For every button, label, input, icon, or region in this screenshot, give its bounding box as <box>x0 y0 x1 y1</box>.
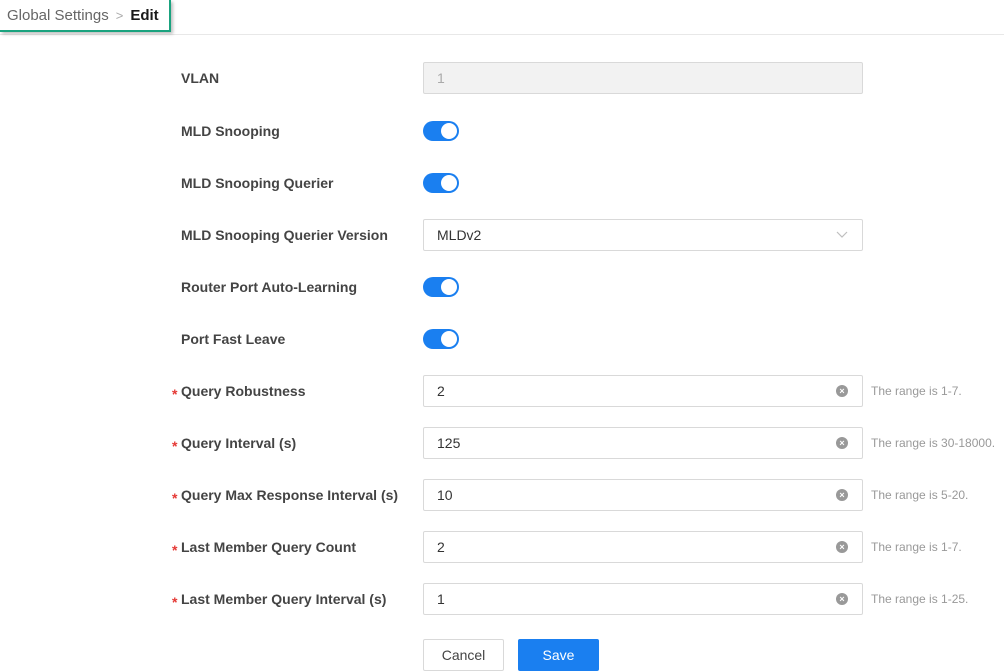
vlan-input: 1 <box>423 62 863 94</box>
form-row-mld-snooping-querier: MLD Snooping Querier <box>0 167 1004 199</box>
chevron-down-icon <box>836 231 848 238</box>
query-interval-value: 125 <box>437 435 461 451</box>
query-interval-label: * Query Interval (s) <box>172 427 297 459</box>
query-robustness-value: 2 <box>437 383 445 399</box>
form-row-vlan: VLAN 1 <box>0 62 1004 94</box>
required-mark: * <box>172 594 178 610</box>
query-interval-hint: The range is 30-18000. <box>871 436 996 450</box>
last-member-query-interval-input[interactable]: 1 × <box>423 583 863 615</box>
last-member-query-count-hint: The range is 1-7. <box>871 540 962 554</box>
vlan-value: 1 <box>437 70 445 86</box>
query-robustness-hint: The range is 1-7. <box>871 384 962 398</box>
required-mark: * <box>172 438 178 454</box>
form-row-last-member-query-interval: * Last Member Query Interval (s) 1 × The … <box>0 583 1004 615</box>
port-fast-leave-label: Port Fast Leave <box>181 331 286 347</box>
toggle-knob <box>441 123 457 139</box>
clear-circle-icon[interactable]: × <box>836 385 848 397</box>
save-button[interactable]: Save <box>518 639 599 671</box>
breadcrumb: Global Settings > Edit <box>0 0 171 32</box>
last-member-query-interval-label: * Last Member Query Interval (s) <box>172 583 387 615</box>
last-member-query-interval-value: 1 <box>437 591 445 607</box>
toggle-knob <box>441 331 457 347</box>
last-member-query-count-input[interactable]: 2 × <box>423 531 863 563</box>
form-row-port-fast-leave: Port Fast Leave <box>0 323 1004 355</box>
clear-circle-icon[interactable]: × <box>836 593 848 605</box>
query-max-response-interval-hint: The range is 5-20. <box>871 488 969 502</box>
vlan-label: VLAN <box>181 70 220 86</box>
clear-circle-icon[interactable]: × <box>836 437 848 449</box>
form-row-query-interval: * Query Interval (s) 125 × The range is 3… <box>0 427 1004 459</box>
required-mark: * <box>172 542 178 558</box>
required-mark: * <box>172 490 178 506</box>
query-max-response-interval-label: * Query Max Response Interval (s) <box>172 479 399 511</box>
mld-snooping-toggle[interactable] <box>423 121 459 141</box>
top-bar: Global Settings > Edit <box>0 0 1004 35</box>
form-row-querier-version: MLD Snooping Querier Version MLDv2 <box>0 219 1004 251</box>
form-row-mld-snooping: MLD Snooping <box>0 115 1004 147</box>
query-robustness-label: * Query Robustness <box>172 375 306 407</box>
last-member-query-interval-hint: The range is 1-25. <box>871 592 969 606</box>
querier-version-value: MLDv2 <box>437 227 482 243</box>
last-member-query-count-label: * Last Member Query Count <box>172 531 357 563</box>
querier-version-select[interactable]: MLDv2 <box>423 219 863 251</box>
breadcrumb-parent-link[interactable]: Global Settings <box>7 7 109 24</box>
required-mark: * <box>172 386 178 402</box>
query-interval-label-text: Query Interval (s) <box>181 435 297 451</box>
form-row-query-robustness: * Query Robustness 2 × The range is 1-7. <box>0 375 1004 407</box>
form-row-last-member-query-count: * Last Member Query Count 2 × The range i… <box>0 531 1004 563</box>
mld-snooping-querier-label: MLD Snooping Querier <box>181 175 334 191</box>
form-row-router-port-auto-learning: Router Port Auto-Learning <box>0 271 1004 303</box>
clear-circle-icon[interactable]: × <box>836 541 848 553</box>
query-robustness-label-text: Query Robustness <box>181 383 306 399</box>
toggle-knob <box>441 175 457 191</box>
query-robustness-input[interactable]: 2 × <box>423 375 863 407</box>
query-max-response-interval-input[interactable]: 10 × <box>423 479 863 511</box>
cancel-button[interactable]: Cancel <box>423 639 504 671</box>
chevron-right-icon: > <box>115 7 124 23</box>
querier-version-label: MLD Snooping Querier Version <box>181 227 388 243</box>
last-member-query-count-value: 2 <box>437 539 445 555</box>
mld-snooping-label: MLD Snooping <box>181 123 280 139</box>
port-fast-leave-toggle[interactable] <box>423 329 459 349</box>
last-member-query-interval-label-text: Last Member Query Interval (s) <box>181 591 387 607</box>
query-interval-input[interactable]: 125 × <box>423 427 863 459</box>
router-port-auto-learning-toggle[interactable] <box>423 277 459 297</box>
breadcrumb-current: Edit <box>130 6 159 24</box>
mld-snooping-querier-toggle[interactable] <box>423 173 459 193</box>
query-max-response-interval-value: 10 <box>437 487 453 503</box>
clear-circle-icon[interactable]: × <box>836 489 848 501</box>
router-port-auto-learning-label: Router Port Auto-Learning <box>181 279 358 295</box>
query-max-response-interval-label-text: Query Max Response Interval (s) <box>181 487 399 503</box>
toggle-knob <box>441 279 457 295</box>
last-member-query-count-label-text: Last Member Query Count <box>181 539 357 555</box>
form-row-query-max-response-interval: * Query Max Response Interval (s) 10 × Th… <box>0 479 1004 511</box>
